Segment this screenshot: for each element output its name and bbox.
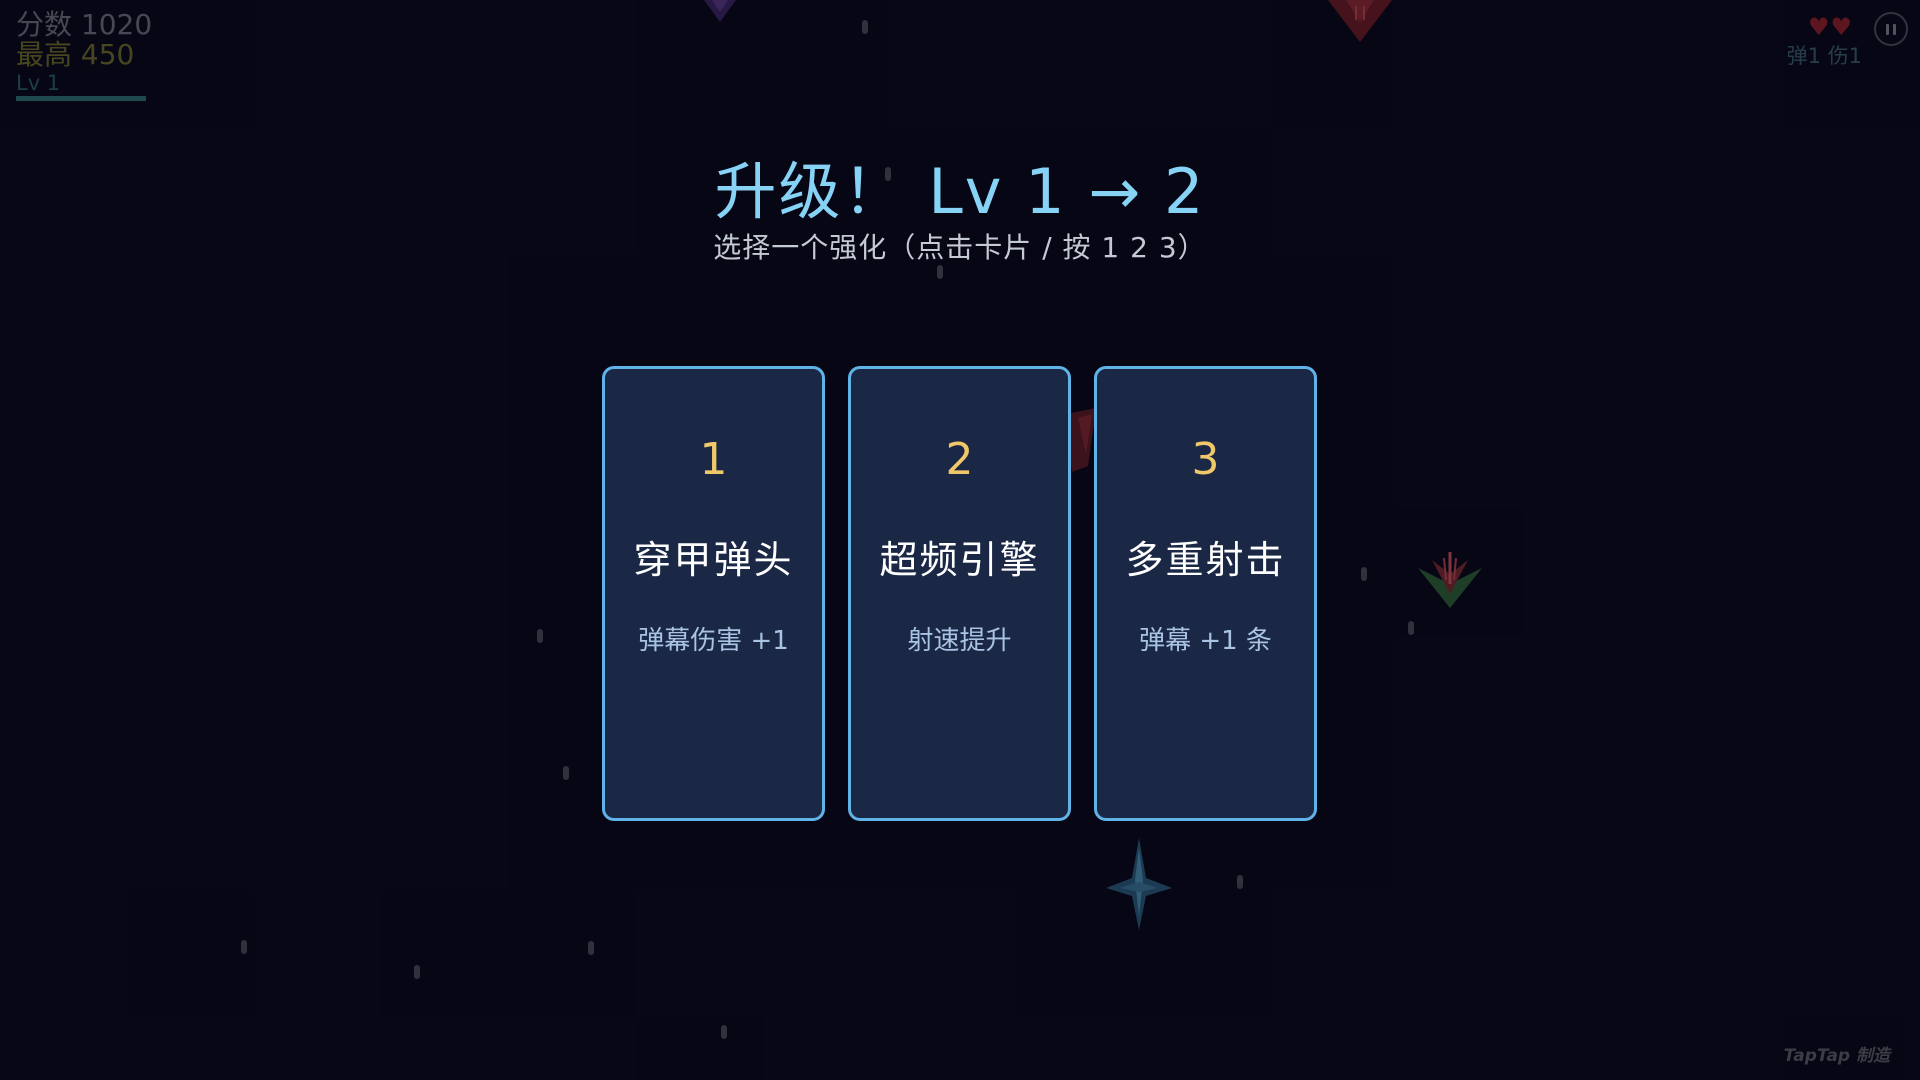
card-number: 2 xyxy=(945,434,974,485)
card-title: 多重射击 xyxy=(1125,538,1286,582)
card-title: 超频引擎 xyxy=(879,538,1040,582)
upgrade-card-overclock-engine[interactable]: 2 超频引擎 射速提升 xyxy=(848,366,1071,821)
taptap-watermark: TapTap 制造 xyxy=(1783,1046,1890,1066)
card-description: 弹幕伤害 +1 xyxy=(638,626,789,656)
upgrade-card-multi-shot[interactable]: 3 多重射击 弹幕 +1 条 xyxy=(1094,366,1317,821)
card-number: 1 xyxy=(699,434,728,485)
card-number: 3 xyxy=(1191,434,1220,485)
card-description: 弹幕 +1 条 xyxy=(1139,626,1272,656)
card-title: 穿甲弹头 xyxy=(633,538,794,582)
upgrade-card-piercing-warhead[interactable]: 1 穿甲弹头 弹幕伤害 +1 xyxy=(602,366,825,821)
upgrade-card-list: 1 穿甲弹头 弹幕伤害 +1 2 超频引擎 射速提升 3 多重射击 弹幕 +1 … xyxy=(602,366,1317,821)
card-description: 射速提升 xyxy=(907,626,1012,656)
game-stage: 分数 1020 最高 450 Lv 1 ♥ ♥ 弹1 伤1 升级！ Lv 1 →… xyxy=(0,0,1920,1080)
upgrade-subtitle: 选择一个强化（点击卡片 / 按 1 2 3） xyxy=(713,231,1207,264)
upgrade-title: 升级！ Lv 1 → 2 xyxy=(714,155,1206,228)
